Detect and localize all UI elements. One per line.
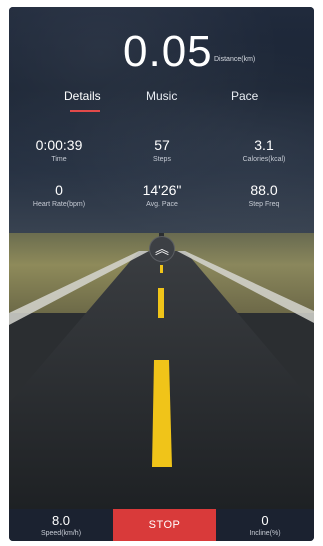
tab-pace[interactable]: Pace bbox=[231, 89, 258, 103]
stat-steps-value: 57 bbox=[154, 137, 170, 153]
expand-button[interactable]: ︽ bbox=[149, 236, 175, 262]
stat-avg-pace-label: Avg. Pace bbox=[146, 201, 178, 208]
stat-step-freq: 88.0 Step Freq bbox=[214, 182, 314, 208]
tab-bar: Details Music Pace bbox=[9, 89, 314, 119]
road-graphic bbox=[9, 251, 314, 509]
stat-steps-label: Steps bbox=[153, 156, 171, 163]
tab-indicator bbox=[70, 110, 100, 112]
incline-label: Incline(%) bbox=[249, 530, 281, 537]
double-chevron-up-icon: ︽ bbox=[155, 241, 169, 257]
stat-time-value: 0:00:39 bbox=[35, 137, 83, 153]
stat-time: 0:00:39 Time bbox=[9, 137, 109, 163]
tab-music[interactable]: Music bbox=[146, 89, 177, 103]
incline-control[interactable]: 0 Incline(%) bbox=[216, 509, 314, 541]
stat-step-freq-label: Step Freq bbox=[248, 201, 280, 208]
stat-heart-rate-value: 0 bbox=[55, 182, 63, 198]
speed-label: Speed(km/h) bbox=[40, 530, 82, 537]
stat-heart-rate: 0 Heart Rate(bpm) bbox=[9, 182, 109, 208]
bottom-bar: 8.0 Speed(km/h) STOP 0 Incline(%) bbox=[9, 509, 314, 541]
stat-time-label: Time bbox=[51, 156, 67, 163]
distance-value: 0.05 bbox=[123, 27, 213, 76]
speed-control[interactable]: 8.0 Speed(km/h) bbox=[9, 509, 113, 541]
stat-heart-rate-label: Heart Rate(bpm) bbox=[32, 201, 86, 208]
stat-calories: 3.1 Calories(kcal) bbox=[214, 137, 314, 163]
speed-value: 8.0 bbox=[51, 513, 71, 528]
stat-step-freq-value: 88.0 bbox=[250, 182, 278, 198]
stat-steps: 57 Steps bbox=[112, 137, 212, 163]
stop-button[interactable]: STOP bbox=[113, 509, 216, 541]
stat-calories-value: 3.1 bbox=[254, 137, 274, 153]
road-scene: ︽ bbox=[9, 233, 314, 509]
incline-value: 0 bbox=[261, 513, 269, 528]
phone-screen: 0.05 Distance(km) Details Music Pace 0:0… bbox=[9, 7, 314, 541]
stat-avg-pace: 14'26" Avg. Pace bbox=[112, 182, 212, 208]
stat-avg-pace-value: 14'26" bbox=[142, 182, 182, 198]
stat-calories-label: Calories(kcal) bbox=[242, 156, 286, 163]
distance-unit: Distance(km) bbox=[214, 56, 256, 63]
tab-details[interactable]: Details bbox=[64, 89, 101, 103]
